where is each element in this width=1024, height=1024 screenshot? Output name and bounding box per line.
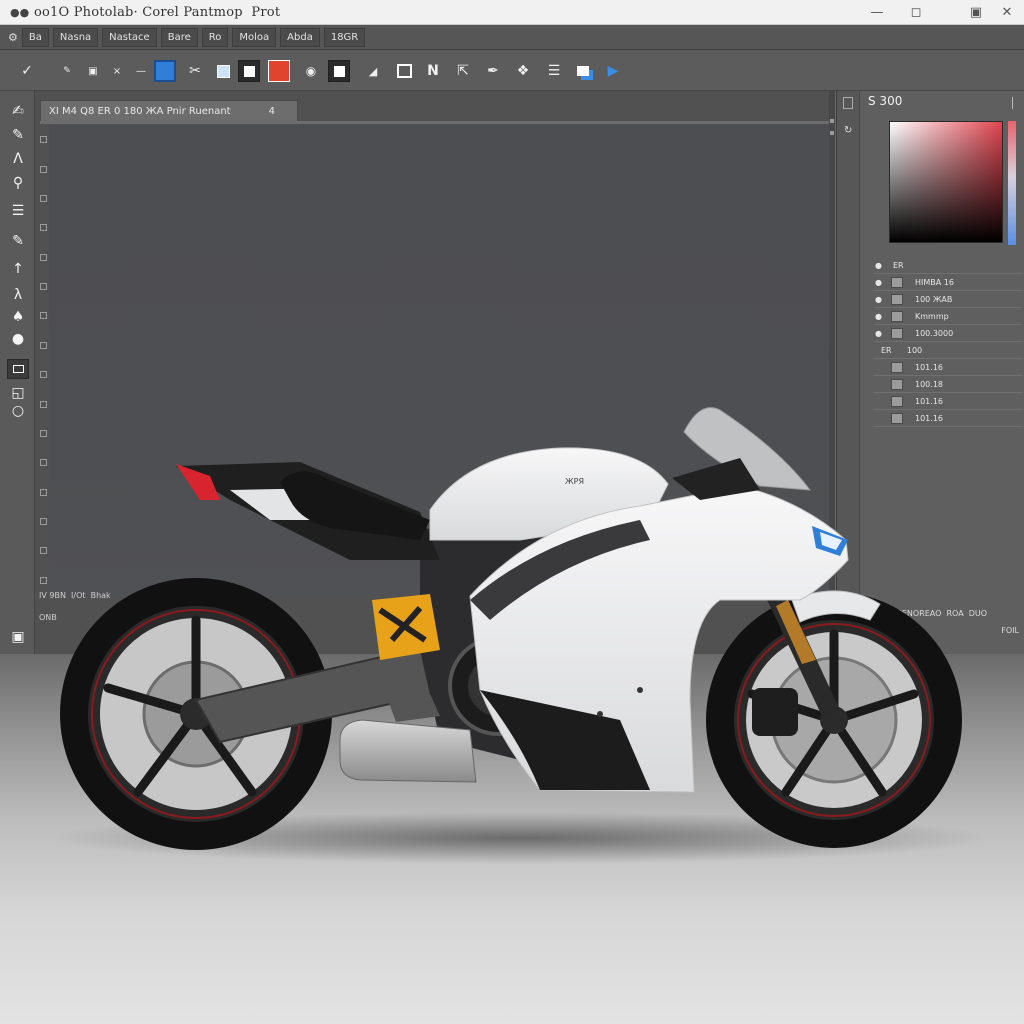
tank-badge: ЖРЯ: [565, 477, 584, 486]
exhaust: [339, 719, 477, 783]
motorcycle-image: ЖРЯ: [50, 407, 990, 864]
front-wheel: [706, 592, 962, 848]
